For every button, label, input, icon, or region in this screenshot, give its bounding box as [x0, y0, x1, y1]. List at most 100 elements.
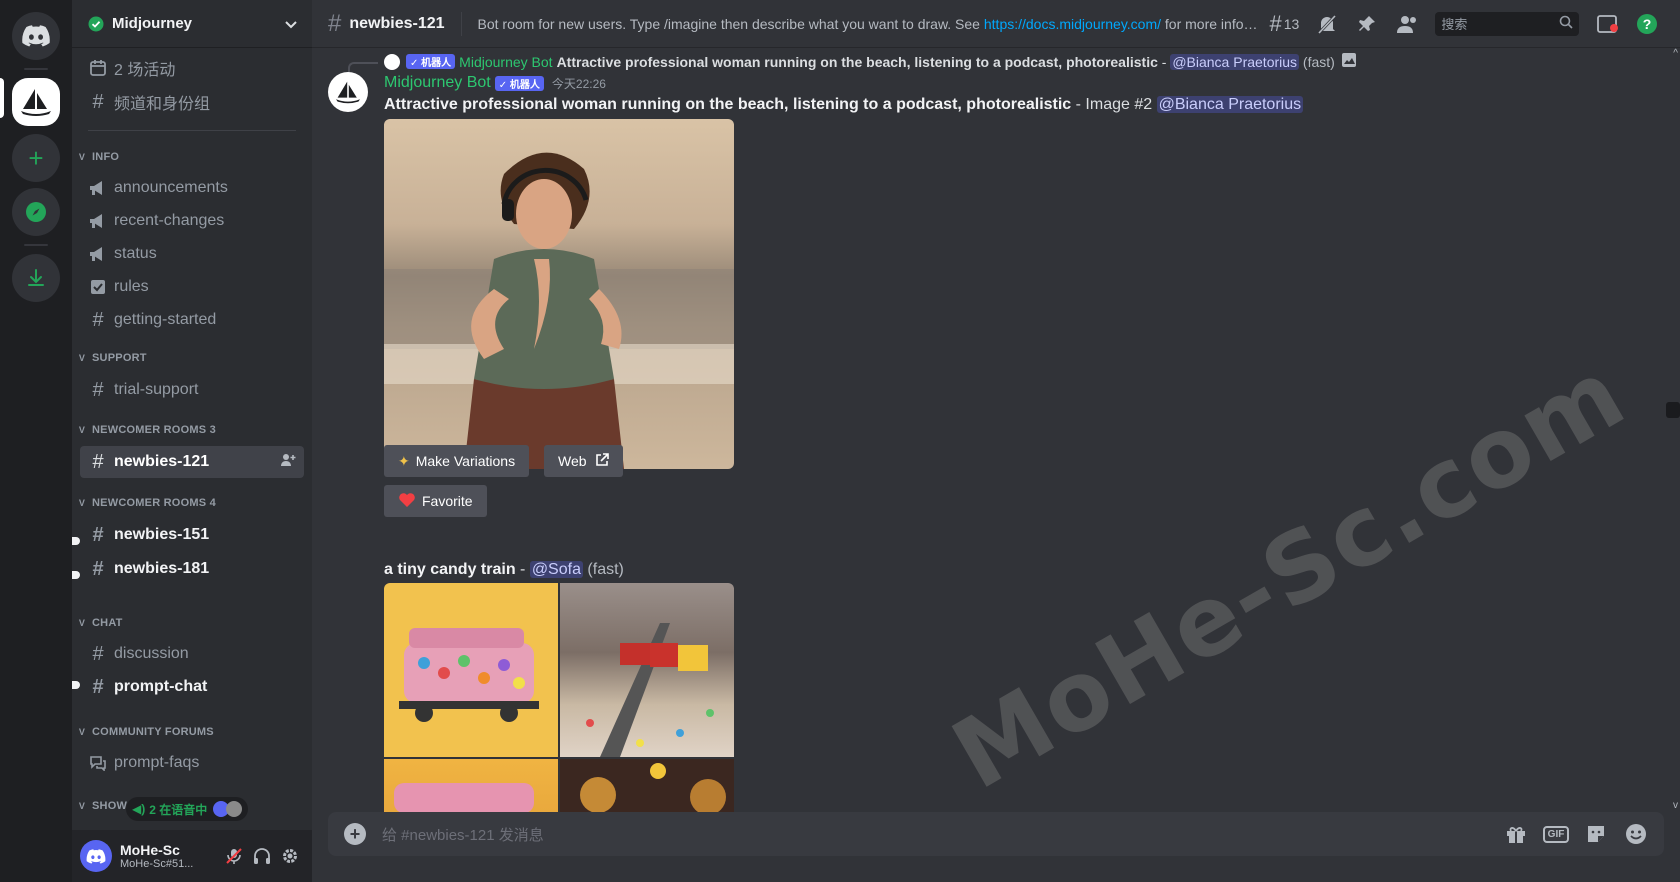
sidebar-divider — [88, 130, 296, 131]
channel-header: # newbies-121 Bot room for new users. Ty… — [312, 0, 1680, 48]
scroll-up-arrow[interactable]: ^ — [1673, 48, 1678, 59]
channel-newbies-151[interactable]: # newbies-151 — [80, 519, 304, 551]
channel-trial-support[interactable]: # trial-support — [80, 374, 304, 406]
gift-icon[interactable] — [1504, 822, 1528, 846]
sidebar-item-events[interactable]: 2 场活动 — [80, 52, 304, 84]
candy-ball — [690, 779, 726, 812]
web-link-button[interactable]: Web — [544, 445, 623, 477]
channel-recent-changes[interactable]: recent-changes — [80, 205, 304, 237]
discord-app: + Midjourney 2 场活动 # 频道和身份组 v INFO announ… — [0, 0, 1680, 882]
emoji-icon[interactable] — [1624, 822, 1648, 846]
candy-train-car — [394, 783, 534, 812]
megaphone-icon — [88, 178, 108, 198]
compass-icon — [26, 202, 46, 222]
scrollbar[interactable]: ^ v — [1666, 48, 1680, 812]
channel-rules[interactable]: rules — [80, 271, 304, 303]
bot-tag: ✓ 机器人 — [494, 75, 544, 91]
midjourney-sailboat-icon — [21, 89, 51, 116]
mute-microphone-icon[interactable] — [220, 847, 248, 865]
grid-image-4[interactable] — [560, 759, 734, 812]
external-link-icon — [595, 452, 609, 470]
favorite-button[interactable]: Favorite — [384, 485, 487, 517]
grid-image-1[interactable] — [384, 583, 558, 757]
headphones-icon[interactable] — [248, 847, 276, 865]
grid-image-3[interactable] — [384, 759, 558, 812]
candy-ball — [580, 777, 616, 812]
reply-mention[interactable]: @Bianca Praetorius — [1170, 53, 1300, 70]
server-rail: + — [0, 0, 72, 882]
category-community-forums[interactable]: v COMMUNITY FORUMS — [76, 726, 214, 738]
message-avatar[interactable] — [328, 72, 368, 112]
topic-link[interactable]: https://docs.midjourney.com/ — [984, 16, 1161, 32]
unread-indicator — [72, 681, 80, 689]
message-content: Attractive professional woman running on… — [384, 96, 1304, 113]
channel-getting-started[interactable]: # getting-started — [80, 304, 304, 336]
image-attachment-icon — [1341, 52, 1357, 71]
message-mention[interactable]: @Bianca Praetorius — [1156, 96, 1304, 113]
channel-prompt-chat[interactable]: # prompt-chat — [80, 671, 304, 703]
category-newcomer-rooms-3[interactable]: v NEWCOMER ROOMS 3 — [76, 424, 216, 436]
channel-announcements[interactable]: announcements — [80, 172, 304, 204]
channel-status[interactable]: status — [80, 238, 304, 270]
user-panel: MoHe-Sc MoHe-Sc#51... — [72, 830, 312, 882]
sticker-icon[interactable] — [1584, 822, 1608, 846]
threads-icon: # — [1269, 10, 1282, 36]
sidebar-item-channels-roles[interactable]: # 频道和身份组 — [80, 86, 304, 118]
channel-prompt-faqs[interactable]: prompt-faqs — [80, 747, 304, 779]
thread-hashtag-icon: # — [92, 523, 104, 546]
discord-home-button[interactable] — [12, 12, 60, 60]
avatar[interactable] — [80, 840, 112, 872]
pin-icon[interactable] — [1355, 12, 1379, 36]
channel-discussion[interactable]: # discussion — [80, 638, 304, 670]
chat-main: # newbies-121 Bot room for new users. Ty… — [312, 0, 1680, 882]
message-composer: + 给 #newbies-121 发消息 GIF — [328, 812, 1664, 856]
chevron-down-icon — [285, 20, 297, 28]
category-newcomer-rooms-4[interactable]: v NEWCOMER ROOMS 4 — [76, 497, 216, 509]
help-icon[interactable]: ? — [1635, 12, 1659, 36]
message2-mention[interactable]: @Sofa — [529, 561, 583, 578]
image-grid[interactable] — [384, 583, 734, 812]
voice-activity-badge[interactable]: ◀) 2 在语音中 — [126, 797, 249, 821]
rail-separator — [24, 68, 48, 70]
search-icon — [1559, 15, 1573, 32]
speaker-icon: ◀) — [132, 802, 146, 816]
category-support[interactable]: v SUPPORT — [76, 352, 147, 364]
download-apps-button[interactable] — [12, 254, 60, 302]
category-info[interactable]: v INFO — [76, 151, 119, 163]
add-attachment-icon[interactable]: + — [344, 823, 366, 845]
server-midjourney[interactable] — [12, 78, 60, 126]
channel-newbies-181[interactable]: # newbies-181 — [80, 553, 304, 585]
invite-member-icon[interactable] — [280, 452, 296, 473]
user-info[interactable]: MoHe-Sc MoHe-Sc#51... — [120, 842, 220, 871]
lollipop — [650, 763, 666, 779]
message-input[interactable]: 给 #newbies-121 发消息 — [382, 824, 1488, 845]
thread-hashtag-icon: # — [92, 450, 104, 473]
notification-settings-icon[interactable] — [1315, 12, 1339, 36]
thread-hashtag-icon: # — [328, 9, 342, 37]
scroll-down-arrow[interactable]: v — [1673, 800, 1678, 811]
search-input[interactable]: 搜索 — [1435, 11, 1580, 36]
channel-newbies-121[interactable]: # newbies-121 — [80, 446, 304, 478]
reply-avatar — [384, 53, 400, 70]
reply-reference[interactable]: ✓ 机器人 Midjourney Bot Attractive professi… — [384, 52, 1357, 71]
reply-author: Midjourney Bot — [459, 53, 553, 70]
inbox-icon[interactable] — [1595, 12, 1619, 36]
message-list: ✓ 机器人 Midjourney Bot Attractive professi… — [312, 48, 1680, 812]
gif-button[interactable]: GIF — [1542, 822, 1570, 846]
message-author[interactable]: Midjourney Bot — [384, 74, 491, 92]
scrollbar-thumb[interactable] — [1666, 402, 1680, 418]
guild-name: Midjourney — [112, 15, 193, 32]
settings-gear-icon[interactable] — [276, 847, 304, 865]
generated-image[interactable] — [384, 119, 734, 469]
sidebar-item-label: 2 场活动 — [114, 62, 176, 79]
channel-topic[interactable]: Bot room for new users. Type /imagine th… — [478, 16, 1258, 32]
member-list-icon[interactable] — [1395, 12, 1419, 36]
explore-servers-button[interactable] — [12, 188, 60, 236]
forum-bubbles-icon — [88, 753, 108, 773]
add-server-button[interactable]: + — [12, 134, 60, 182]
category-chat[interactable]: v CHAT — [76, 617, 123, 629]
guild-header[interactable]: Midjourney — [72, 0, 312, 48]
threads-button[interactable]: #13 — [1269, 10, 1300, 36]
grid-image-2[interactable] — [560, 583, 734, 757]
make-variations-button[interactable]: ✦ Make Variations — [384, 445, 530, 477]
